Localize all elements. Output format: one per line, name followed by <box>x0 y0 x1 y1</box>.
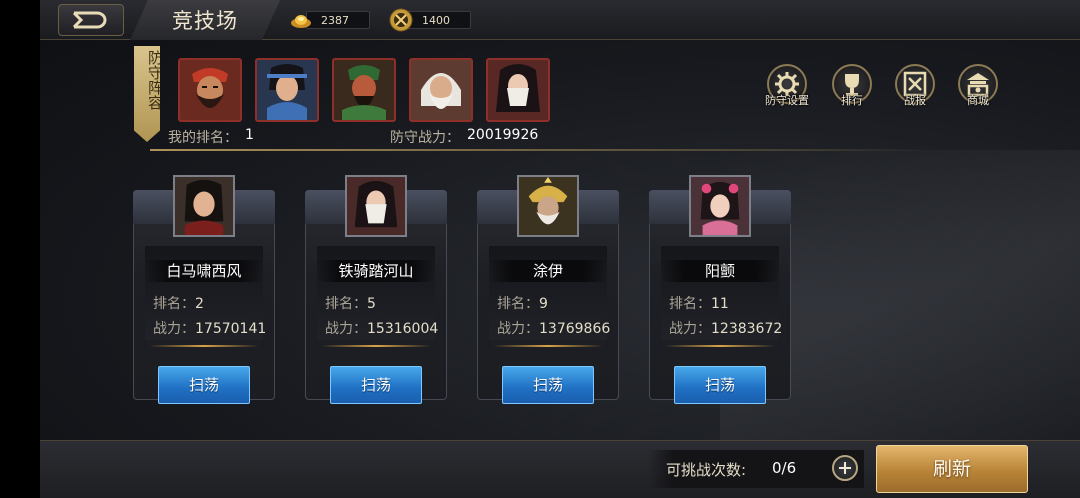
defense-hero-2[interactable] <box>255 58 319 122</box>
defense-settings-button[interactable]: 防守设置 <box>764 62 810 108</box>
opponent-card[interactable]: 白马啸西风 排名：2 战力：17570141 扫荡 <box>133 175 275 404</box>
opponent-name: 白马啸西风 <box>145 260 263 282</box>
opponent-power: 战力：15316004 <box>325 321 439 337</box>
flower-maiden-portrait <box>691 177 749 235</box>
back-button[interactable] <box>58 4 124 36</box>
sweep-button[interactable]: 扫荡 <box>674 366 766 404</box>
my-rank-label: 我的排名： <box>168 130 238 146</box>
defense-power-value: 20019926 <box>467 127 539 143</box>
opponent-rank: 排名：11 <box>669 296 729 312</box>
opponent-name: 涂伊 <box>489 260 607 282</box>
ranking-label: 排行 <box>841 94 863 107</box>
veiled-lady-portrait <box>488 60 548 120</box>
honor-resource: 1400 <box>389 8 471 32</box>
green-robed-general-portrait <box>334 60 394 120</box>
my-rank-value: 1 <box>245 127 254 143</box>
opponent-portrait[interactable] <box>517 175 579 237</box>
crossed-swords-medal-icon <box>389 8 413 32</box>
arena-screen: 竞技场 2387 1400 防守阵容 我的排名： 1 防守战力： 2001992… <box>0 0 1080 498</box>
opponent-portrait[interactable] <box>345 175 407 237</box>
opponent-card[interactable]: 阳颤 排名：11 战力：12383672 扫荡 <box>649 175 791 404</box>
defense-hero-1[interactable] <box>178 58 242 122</box>
veiled-lady-portrait <box>347 177 405 235</box>
defense-settings-label: 防守设置 <box>765 94 809 107</box>
ranking-button[interactable]: 排行 <box>829 62 875 108</box>
shop-button[interactable]: 商城 <box>955 62 1001 108</box>
red-bearded-general-portrait <box>180 60 240 120</box>
opponent-rank: 排名：9 <box>497 296 548 312</box>
opponent-rank: 排名：5 <box>325 296 376 312</box>
honor-amount: 1400 <box>407 11 471 29</box>
refresh-button[interactable]: 刷新 <box>876 445 1028 493</box>
sweep-button[interactable]: 扫荡 <box>330 366 422 404</box>
gold-ingot-icon <box>291 15 311 28</box>
attempts-label: 可挑战次数: <box>666 461 747 479</box>
attempts-value: 0/6 <box>772 459 797 477</box>
left-edge <box>0 0 40 498</box>
white-haired-sage-portrait <box>411 60 471 120</box>
opponent-power: 战力：17570141 <box>153 321 267 337</box>
defense-hero-3[interactable] <box>332 58 396 122</box>
defense-power-label: 防守战力： <box>390 130 460 146</box>
battle-report-button[interactable]: 战报 <box>892 62 938 108</box>
back-arrow-icon <box>72 11 107 29</box>
page-title: 竞技场 <box>172 9 238 33</box>
battle-report-label: 战报 <box>904 94 926 107</box>
shop-label: 商城 <box>967 94 989 107</box>
golden-helmet-warrior-portrait <box>519 177 577 235</box>
add-attempts-button[interactable] <box>832 455 858 481</box>
gold-amount: 2387 <box>306 11 370 29</box>
title-tab: 竞技场 <box>130 0 280 40</box>
defense-hero-5[interactable] <box>486 58 550 122</box>
opponent-card[interactable]: 涂伊 排名：9 战力：13769866 扫荡 <box>477 175 619 404</box>
opponent-power: 战力：13769866 <box>497 321 611 337</box>
sweep-button[interactable]: 扫荡 <box>502 366 594 404</box>
defense-lineup-banner: 防守阵容 <box>134 46 160 142</box>
divider-line <box>150 149 930 151</box>
opponent-name: 铁骑踏河山 <box>317 260 435 282</box>
opponent-rank: 排名：2 <box>153 296 204 312</box>
opponent-power: 战力：12383672 <box>669 321 783 337</box>
opponent-portrait[interactable] <box>173 175 235 237</box>
blue-armored-warrior-portrait <box>257 60 317 120</box>
sweep-button[interactable]: 扫荡 <box>158 366 250 404</box>
opponent-card[interactable]: 铁骑踏河山 排名：5 战力：15316004 扫荡 <box>305 175 447 404</box>
opponent-name: 阳颤 <box>661 260 779 282</box>
opponent-portrait[interactable] <box>689 175 751 237</box>
defense-hero-4[interactable] <box>409 58 473 122</box>
gold-resource: 2387 <box>290 9 370 31</box>
defense-lineup-label: 防守阵容 <box>146 50 164 110</box>
swordsman-portrait <box>175 177 233 235</box>
